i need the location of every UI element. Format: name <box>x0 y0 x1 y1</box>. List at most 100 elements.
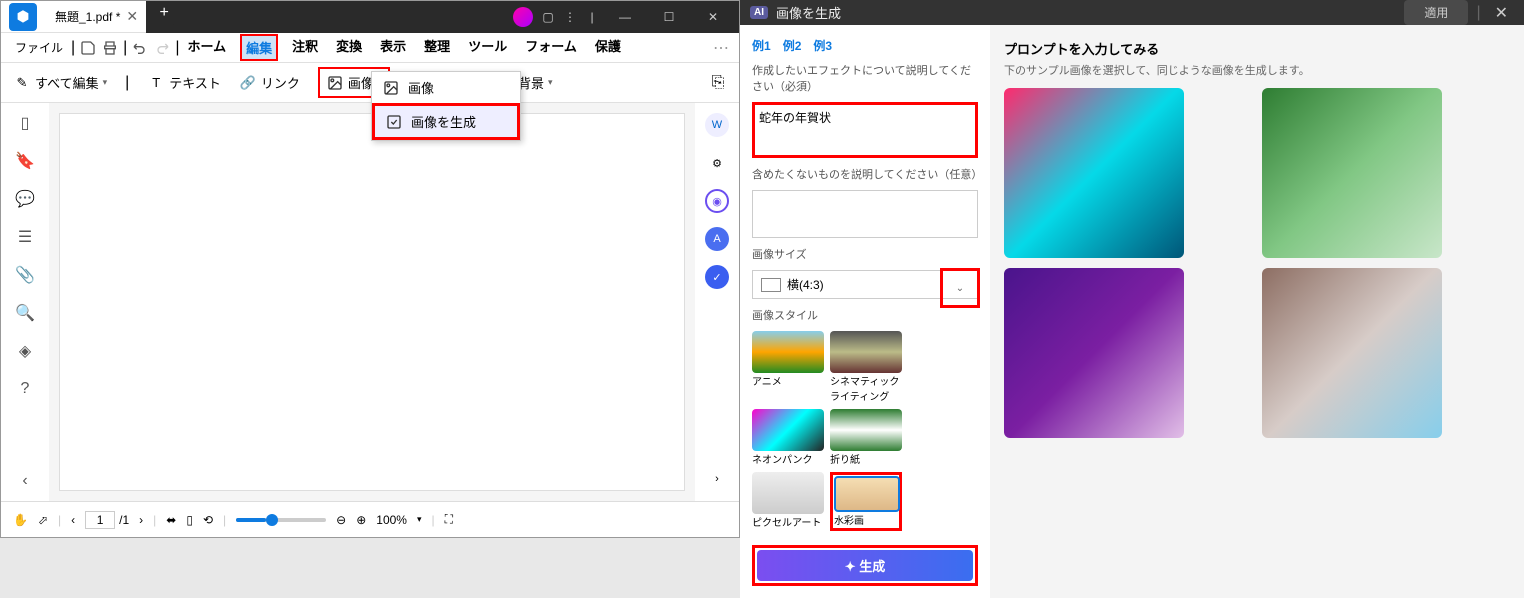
prompt-label: 作成したいエフェクトについて説明してください（必須） <box>752 62 978 94</box>
ai-badge: AI <box>750 6 768 19</box>
preview-title: プロンプトを入力してみる <box>1004 39 1510 58</box>
menu-annotate[interactable]: 注釈 <box>288 34 322 61</box>
prompt-input[interactable]: 蛇年の年賀状 <box>752 102 978 158</box>
dropdown-image[interactable]: 画像 <box>372 72 520 103</box>
settings-icon[interactable]: ⚙ <box>705 151 729 175</box>
menu-convert[interactable]: 変換 <box>332 34 366 61</box>
zoom-in-icon[interactable]: ⊕ <box>356 513 366 527</box>
apply-button[interactable]: 適用 <box>1404 0 1468 25</box>
page-input[interactable] <box>85 511 115 529</box>
ai-icon[interactable]: ◉ <box>705 189 729 213</box>
layers-icon[interactable]: ◈ <box>15 341 35 361</box>
more-icon[interactable]: ⋮ <box>563 10 577 24</box>
add-tab-button[interactable]: + <box>152 1 176 25</box>
text-icon: T <box>147 74 165 92</box>
style-grid: アニメ シネマティックライティング ネオンパンク 折り紙 ピクセルアート 水彩画 <box>752 331 978 531</box>
hand-icon[interactable]: ✋ <box>13 513 28 527</box>
comment-icon[interactable]: 💬 <box>15 189 35 209</box>
list-icon[interactable]: ☰ <box>15 227 35 247</box>
undo-icon[interactable] <box>131 39 149 57</box>
collapse-icon[interactable]: ‹ <box>15 471 35 491</box>
menu-view[interactable]: 表示 <box>376 34 410 61</box>
style-pixelart[interactable]: ピクセルアート <box>752 472 824 531</box>
label: 背景 <box>518 73 544 92</box>
menu-edit[interactable]: 編集 <box>240 34 278 61</box>
sample-3[interactable] <box>1004 268 1184 438</box>
minimize-button[interactable]: — <box>607 1 643 33</box>
document-tab[interactable]: 無題_1.pdf * ✕ <box>45 3 148 31</box>
thumbnails-icon[interactable]: ▯ <box>15 113 35 133</box>
rotate-icon[interactable]: ⟲ <box>203 513 213 527</box>
sample-4[interactable] <box>1262 268 1442 438</box>
zoom-value: 100% <box>376 513 407 527</box>
exclude-label: 含めたくないものを説明してください（任意） <box>752 166 978 182</box>
menu-organize[interactable]: 整理 <box>420 34 454 61</box>
sample-1[interactable] <box>1004 88 1184 258</box>
save-icon[interactable] <box>79 39 97 57</box>
dropdown-generate-image[interactable]: 画像を生成 <box>372 103 520 140</box>
tab-title: 無題_1.pdf * <box>55 8 120 25</box>
ai-image-icon <box>385 113 403 131</box>
style-origami[interactable]: 折り紙 <box>830 409 902 466</box>
menu-form[interactable]: フォーム <box>521 34 581 61</box>
panel-title: 画像を生成 <box>776 3 1396 22</box>
pencil-icon: ✎ <box>13 74 31 92</box>
close-icon[interactable]: ✕ <box>126 8 138 25</box>
cursor-icon[interactable]: ⬀ <box>38 513 48 527</box>
word-icon[interactable]: W <box>705 113 729 137</box>
separator: | <box>1476 4 1480 22</box>
style-cinematic[interactable]: シネマティックライティング <box>830 331 902 403</box>
style-watercolor[interactable]: 水彩画 <box>830 472 902 531</box>
search-icon[interactable]: 🔍 <box>15 303 35 323</box>
link-icon: 🔗 <box>239 74 257 92</box>
attachment-icon[interactable]: 📎 <box>15 265 35 285</box>
panel-controls: 例1 例2 例3 作成したいエフェクトについて説明してください（必須） 蛇年の年… <box>740 25 990 598</box>
menu-protect[interactable]: 保護 <box>591 34 625 61</box>
fit-page-icon[interactable]: ▯ <box>186 513 193 527</box>
zoom-slider[interactable] <box>236 518 326 522</box>
fit-width-icon[interactable]: ⬌ <box>166 513 176 527</box>
text-button[interactable]: T テキスト <box>147 73 221 92</box>
label: 水彩画 <box>834 512 898 527</box>
menu-tool[interactable]: ツール <box>464 34 511 61</box>
next-page-icon[interactable]: › <box>139 513 143 527</box>
close-button[interactable]: ✕ <box>695 1 731 33</box>
fullscreen-icon[interactable]: ⛶ <box>445 512 453 527</box>
user-avatar[interactable] <box>513 7 533 27</box>
more-icon[interactable]: ⋯ <box>713 38 729 58</box>
generate-button[interactable]: ✦ 生成 <box>757 550 973 581</box>
header-icon[interactable]: ⎘ <box>709 74 727 92</box>
example-3[interactable]: 例3 <box>813 37 832 54</box>
example-1[interactable]: 例1 <box>752 37 771 54</box>
print-icon[interactable] <box>101 39 119 57</box>
style-anime[interactable]: アニメ <box>752 331 824 403</box>
check-icon[interactable]: ✓ <box>705 265 729 289</box>
edit-all-button[interactable]: ✎ すべて編集▾ <box>13 73 107 92</box>
preview-subtitle: 下のサンプル画像を選択して、同じような画像を生成します。 <box>1004 62 1510 78</box>
maximize-button[interactable]: ☐ <box>651 1 687 33</box>
help-icon[interactable]: ? <box>15 379 35 399</box>
sample-2[interactable] <box>1262 88 1442 258</box>
translate-icon[interactable]: A <box>705 227 729 251</box>
zoom-out-icon[interactable]: ⊖ <box>336 513 346 527</box>
label: すべて編集 <box>35 73 99 92</box>
examples-row: 例1 例2 例3 <box>752 37 978 54</box>
size-dropdown-caret[interactable]: ⌄ <box>940 268 980 308</box>
prev-page-icon[interactable]: ‹ <box>71 513 75 527</box>
document-canvas[interactable] <box>49 103 695 501</box>
redo-icon[interactable] <box>153 39 171 57</box>
exclude-input[interactable] <box>752 190 978 238</box>
size-value: 横(4:3) <box>787 276 824 293</box>
expand-icon[interactable]: › <box>705 467 729 491</box>
label: 画像 <box>408 78 434 97</box>
menu-file[interactable]: ファイル <box>11 37 67 58</box>
close-icon[interactable]: ✕ <box>1489 3 1514 23</box>
style-neonpunk[interactable]: ネオンパンク <box>752 409 824 466</box>
window-icon[interactable]: ▢ <box>541 10 555 24</box>
link-button[interactable]: 🔗 リンク <box>239 73 300 92</box>
panel-preview: プロンプトを入力してみる 下のサンプル画像を選択して、同じような画像を生成します… <box>990 25 1524 598</box>
separator: | <box>175 39 179 57</box>
menu-home[interactable]: ホーム <box>183 34 230 61</box>
example-2[interactable]: 例2 <box>783 37 802 54</box>
bookmark-icon[interactable]: 🔖 <box>15 151 35 171</box>
